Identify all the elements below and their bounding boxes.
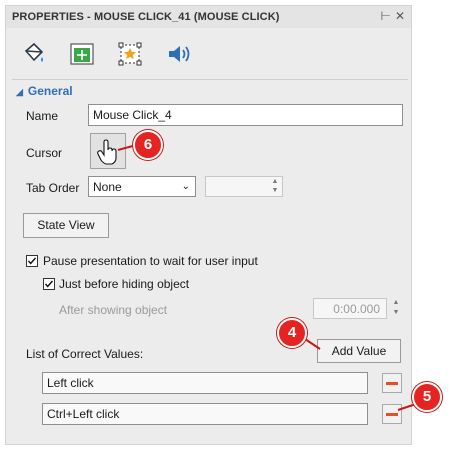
callout-badge: 4: [277, 318, 307, 348]
callout-lines: [117, 143, 417, 411]
callout-badge: 6: [133, 130, 163, 160]
callout-badge: 5: [412, 382, 442, 412]
